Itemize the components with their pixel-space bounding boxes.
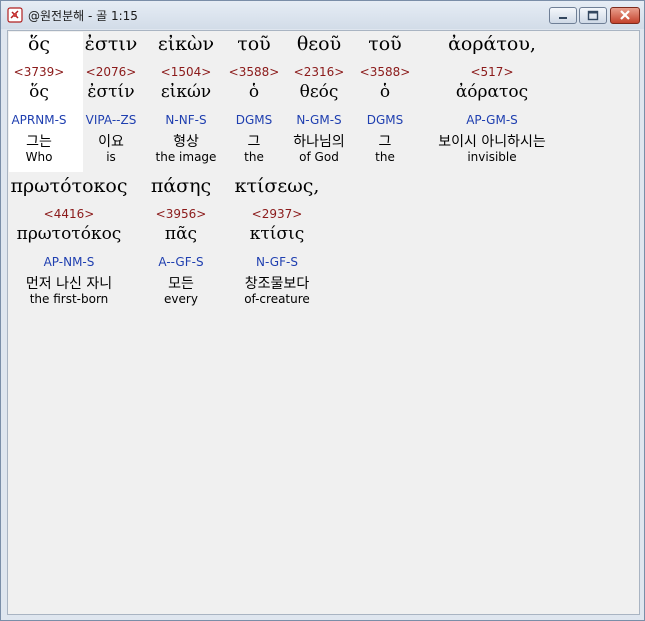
korean-gloss: 먼저 나신 자니 [25,276,113,292]
minimize-icon [559,17,567,19]
korean-gloss: 보이시 아니하시는 [438,134,546,150]
app-logo-icon[interactable] [7,7,23,23]
maximize-button[interactable] [579,7,607,24]
morph-code: AP-GM-S [466,113,518,127]
korean-gloss: 그 [378,134,392,150]
lemma: ἀόρατος [455,82,529,102]
morph-code: DGMS [366,113,404,127]
lemma: πρωτοτόκος [16,224,122,244]
close-button[interactable] [610,7,640,24]
app-window: @원전분해 - 골 1:15 ὅς <3739> ὅς APRNM-S 그는 Who ἐστ… [0,0,645,621]
greek-word: τοῦ [368,33,402,55]
parsing-view[interactable]: ὅς <3739> ὅς APRNM-S 그는 Who ἐστιν <2076> ἐστίν VI… [7,30,640,615]
english-gloss: the [375,150,395,164]
minimize-button[interactable] [549,7,577,24]
english-gloss: the first-born [29,292,109,306]
greek-word: ἀοράτου, [448,33,536,55]
window-title: @원전분해 - 골 1:15 [28,9,138,23]
lemma: κτίσις [249,224,305,244]
english-gloss: invisible [467,150,517,164]
lemma: ὁ [379,82,391,102]
strong-number[interactable]: <3588> [325,65,445,79]
morph-code: AP-NM-S [43,255,95,269]
strong-number[interactable]: <4416> [9,207,129,221]
strong-number[interactable]: <517> [432,65,552,79]
close-icon [620,10,630,20]
greek-word: κτίσεως, [234,175,320,197]
morph-code: N-GF-S [256,255,298,269]
maximize-icon [587,10,599,21]
title-bar[interactable]: @원전분해 - 골 1:15 [1,1,644,29]
greek-word: πρωτότοκος [10,175,128,197]
english-gloss: of-creature [244,292,310,306]
korean-gloss: 창조물보다 [244,276,310,292]
strong-number[interactable]: <2937> [217,207,337,221]
